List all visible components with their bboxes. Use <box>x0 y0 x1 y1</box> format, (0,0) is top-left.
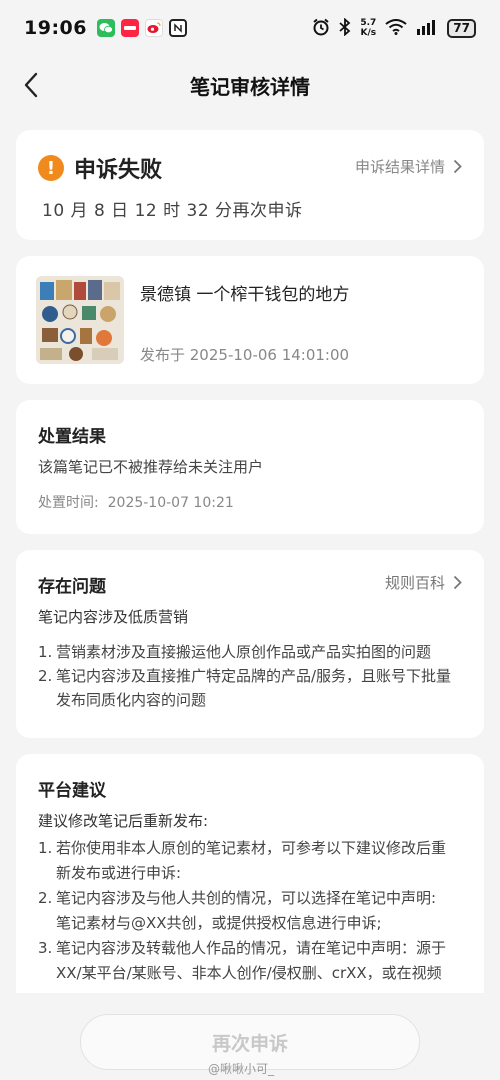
issue-summary: 笔记内容涉及低质营销 <box>38 608 189 626</box>
section-title: 平台建议 <box>38 781 106 801</box>
signal-icon <box>416 19 438 38</box>
watermark: @啾啾小可_ <box>208 1062 275 1076</box>
issue-list: 1. 营销素材涉及直接搬运他人原创作品或产品实拍图的问题 2. 笔记内容涉及直接推广… <box>38 640 468 712</box>
navigation-bar: 笔记审核详情 <box>0 56 500 114</box>
handling-time: 处置时间: 2025-10-07 10:21 <box>38 495 234 511</box>
advice-list: 1. 若你使用非本人原创的笔记素材，可参考以下建议修改后重 新发布或进行申诉: 2.… <box>38 836 468 986</box>
network-speed: 5.7 K/s <box>360 18 377 38</box>
clock: 19:06 <box>24 17 87 39</box>
back-button[interactable] <box>16 70 46 100</box>
chevron-right-icon <box>453 159 462 174</box>
rules-encyclopedia-link[interactable]: 规则百科 <box>385 572 462 593</box>
list-item: 3. 笔记内容涉及转载他人作品的情况，请在笔记中声明：源于 XX/某平台/某账号、非… <box>38 939 447 982</box>
page-title: 笔记审核详情 <box>190 74 310 99</box>
platform-advice-card: 平台建议 建议修改笔记后重新发布: 1. 若你使用非本人原创的笔记素材，可参考以下… <box>16 754 484 1014</box>
xiaohongshu-icon <box>120 19 139 37</box>
appeal-time: 10 月 8 日 12 时 32 分再次申诉 <box>42 201 303 221</box>
appeal-status-card: ! 申诉失败 申诉结果详情 10 月 8 日 12 时 32 分再次申诉 <box>16 130 484 240</box>
appeal-result-detail-link[interactable]: 申诉结果详情 <box>355 156 462 177</box>
battery-indicator: 77 <box>447 18 476 38</box>
list-item: 2. 笔记内容涉及与他人共创的情况，可以选择在笔记中声明: 笔记素材与@XX共创，或… <box>38 889 437 932</box>
status-bar: 19:06 5.7 K/s 77 <box>0 0 500 56</box>
result-text: 该篇笔记已不被推荐给未关注用户 <box>38 458 264 476</box>
section-title: 存在问题 <box>38 577 106 597</box>
wifi-icon <box>385 18 407 38</box>
note-title: 景德镇 一个榨干钱包的地方 <box>140 285 350 305</box>
section-title: 处置结果 <box>38 427 106 447</box>
list-item: 1. 营销素材涉及直接搬运他人原创作品或产品实拍图的问题 <box>38 643 432 661</box>
chevron-right-icon <box>453 575 462 590</box>
note-publish-date: 发布于 2025-10-06 14:01:00 <box>140 346 350 364</box>
warning-icon: ! <box>38 155 64 181</box>
bluetooth-icon <box>339 17 351 39</box>
alarm-icon <box>312 18 330 39</box>
list-item: 1. 若你使用非本人原创的笔记素材，可参考以下建议修改后重 新发布或进行申诉: <box>38 839 447 882</box>
handling-result-card: 处置结果 该篇笔记已不被推荐给未关注用户 处置时间: 2025-10-07 10… <box>16 400 484 534</box>
issues-card: 存在问题 规则百科 笔记内容涉及低质营销 1. 营销素材涉及直接搬运他人原创作品或… <box>16 550 484 738</box>
note-thumbnail <box>36 276 124 364</box>
note-card[interactable]: 景德镇 一个榨干钱包的地方 发布于 2025-10-06 14:01:00 <box>16 256 484 384</box>
list-item: 2. 笔记内容涉及直接推广特定品牌的产品/服务，且账号下批量 发布同质化内容的问题 <box>38 667 452 709</box>
advice-intro: 建议修改笔记后重新发布: <box>38 812 209 830</box>
wechat-icon <box>96 19 115 37</box>
appeal-status: 申诉失败 <box>74 158 163 183</box>
weibo-icon <box>144 19 163 37</box>
nfc-icon <box>168 19 187 37</box>
chevron-left-icon <box>24 72 38 98</box>
